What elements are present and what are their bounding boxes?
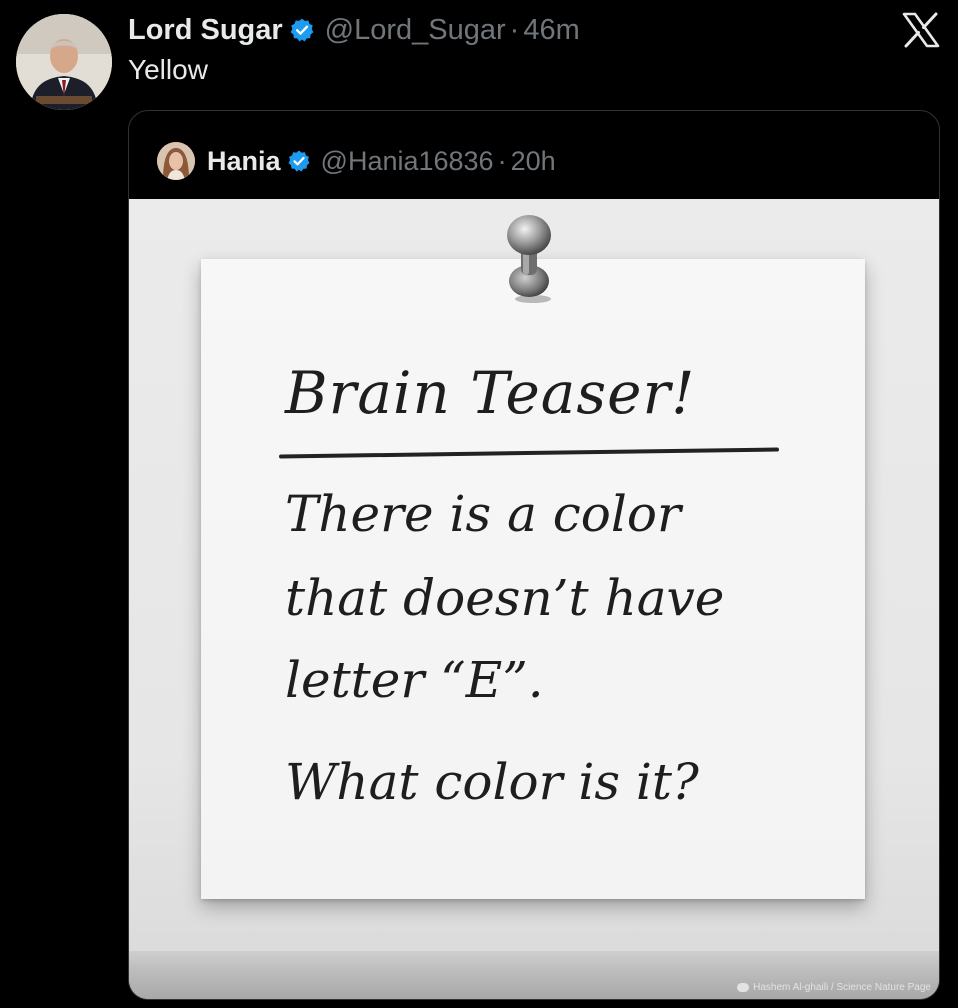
x-logo-icon bbox=[902, 12, 940, 48]
photo-credit-text: Hashem Al-ghaili / Science Nature Page bbox=[753, 982, 931, 993]
quoted-author-avatar[interactable] bbox=[157, 142, 195, 180]
quoted-tweet-timestamp[interactable]: 20h bbox=[511, 146, 556, 177]
author-name[interactable]: Lord Sugar bbox=[128, 14, 283, 47]
quoted-author-name[interactable]: Hania bbox=[207, 146, 281, 177]
note-line: What color is it? bbox=[285, 753, 699, 811]
camera-icon bbox=[737, 982, 750, 992]
push-pin-icon bbox=[499, 213, 559, 303]
note-underline bbox=[278, 447, 780, 459]
quoted-tweet-image[interactable]: Brain Teaser! There is a color that does… bbox=[129, 199, 939, 999]
quoted-tweet[interactable]: Hania @Hania16836 · 20h Brain Teaser! Th… bbox=[128, 110, 940, 1000]
quoted-author-handle[interactable]: @Hania16836 bbox=[321, 146, 494, 177]
tweet-header: Lord Sugar @Lord_Sugar · 46m bbox=[128, 10, 580, 50]
photo-credit: Hashem Al-ghaili / Science Nature Page bbox=[737, 982, 931, 993]
tweet-text: Yellow bbox=[128, 54, 208, 85]
verified-badge-icon bbox=[287, 149, 311, 173]
separator-dot: · bbox=[509, 13, 520, 46]
note-line: There is a color bbox=[285, 485, 681, 543]
author-handle[interactable]: @Lord_Sugar bbox=[325, 14, 506, 47]
note-title: Brain Teaser! bbox=[285, 359, 696, 427]
tweet: Lord Sugar @Lord_Sugar · 46m Yellow Hani… bbox=[0, 0, 958, 1008]
separator-dot: · bbox=[497, 145, 507, 176]
note-line: letter “E”. bbox=[285, 651, 544, 709]
sticky-note: Brain Teaser! There is a color that does… bbox=[201, 259, 865, 899]
author-avatar[interactable] bbox=[16, 14, 112, 110]
tweet-timestamp[interactable]: 46m bbox=[523, 14, 579, 47]
verified-badge-icon bbox=[289, 17, 315, 43]
quoted-tweet-header: Hania @Hania16836 · 20h bbox=[157, 141, 556, 181]
note-line: that doesn’t have bbox=[285, 569, 725, 627]
